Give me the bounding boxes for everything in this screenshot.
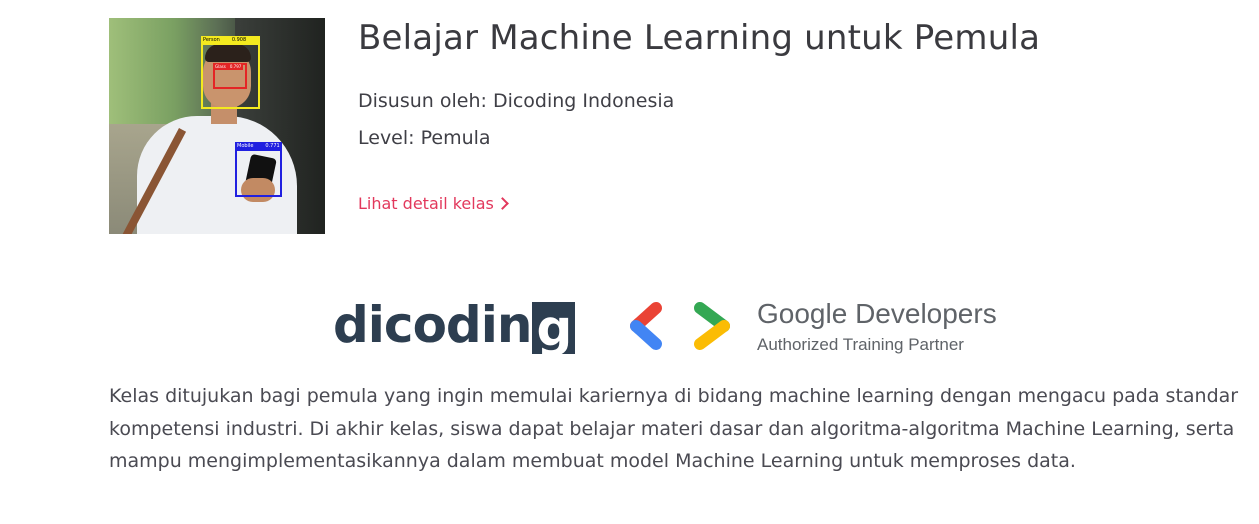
detection-label: Person — [203, 37, 220, 43]
chevron-right-icon — [495, 197, 509, 210]
detection-score: 0.771 — [265, 143, 280, 149]
detection-score: 0.908 — [231, 37, 247, 43]
detection-tag-glass: Glass 0.797 — [213, 63, 244, 70]
detection-box-glass: Glass 0.797 — [213, 63, 247, 89]
detection-score: 0.797 — [229, 64, 242, 69]
course-detail-link-label: Lihat detail kelas — [358, 194, 494, 213]
course-thumbnail[interactable]: Person 0.908 Glass 0.797 Mobile 0.771 — [109, 18, 325, 234]
detection-label: Glass — [215, 64, 226, 69]
dicoding-logo-g-block: g — [532, 302, 576, 354]
gdev-chevron-left-bottom — [630, 320, 662, 350]
course-detail-link[interactable]: Lihat detail kelas — [358, 194, 509, 213]
course-level: Level: Pemula — [358, 127, 491, 149]
detection-box-mobile: Mobile 0.771 — [235, 142, 282, 197]
course-description: Kelas ditujukan bagi pemula yang ingin m… — [109, 385, 1239, 472]
google-developers-logo-icon — [630, 302, 730, 350]
detection-label: Mobile — [237, 143, 254, 149]
dicoding-logo-text: dicodin g — [333, 296, 576, 354]
google-developers-subtitle: Authorized Training Partner — [757, 335, 964, 354]
dicoding-logo-word: dicodin — [333, 296, 532, 354]
google-developers-name-first: Google — [757, 298, 848, 329]
google-developers-name-second: Developers — [847, 298, 997, 329]
detection-tag-person: Person 0.908 — [201, 36, 260, 45]
course-author: Disusun oleh: Dicoding Indonesia — [358, 90, 675, 112]
google-developers-name: Google Developers — [757, 298, 997, 330]
gdev-chevron-right-bottom — [694, 320, 730, 350]
detection-tag-mobile: Mobile 0.771 — [235, 142, 282, 151]
course-card: Person 0.908 Glass 0.797 Mobile 0.771 Be… — [0, 0, 1259, 524]
dicoding-logo: dicodin g — [333, 294, 576, 356]
course-title: Belajar Machine Learning untuk Pemula — [358, 18, 1041, 58]
